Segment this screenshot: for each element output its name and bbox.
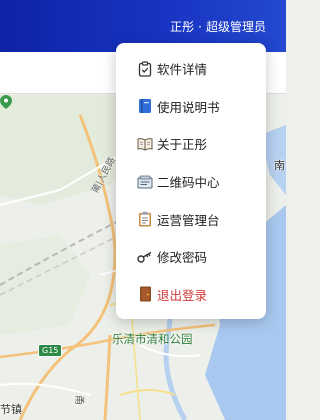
user-dropdown-menu: 软件详情 使用说明书 关于正彤 二维码中心 运营管理台 修改密码 退出登录 bbox=[116, 43, 266, 319]
user-role: 超级管理员 bbox=[205, 20, 266, 34]
location-pin-icon bbox=[0, 95, 12, 109]
park-label: 乐清市清和公园 bbox=[112, 332, 193, 346]
blue-book-icon bbox=[137, 98, 153, 114]
highway-badge: G15 bbox=[38, 344, 63, 357]
menu-item-label: 软件详情 bbox=[157, 62, 208, 78]
card-index-icon bbox=[137, 174, 153, 190]
place-label-east: 南 bbox=[274, 159, 285, 172]
separator: · bbox=[198, 20, 202, 34]
menu-item-label: 关于正彤 bbox=[157, 137, 208, 153]
menu-item-software-details[interactable]: 软件详情 bbox=[116, 50, 266, 88]
user-menu-trigger[interactable]: 正彤 · 超级管理员 bbox=[170, 18, 266, 35]
menu-item-label: 退出登录 bbox=[157, 287, 208, 303]
town-label: 节镇 bbox=[0, 403, 22, 416]
menu-item-label: 修改密码 bbox=[157, 250, 208, 266]
menu-item-ops-console[interactable]: 运营管理台 bbox=[116, 200, 266, 238]
door-icon bbox=[137, 286, 153, 302]
menu-item-label: 运营管理台 bbox=[157, 212, 220, 228]
menu-item-label: 二维码中心 bbox=[157, 175, 220, 191]
road-label-south: 甬 bbox=[73, 395, 84, 405]
menu-item-about[interactable]: 关于正彤 bbox=[116, 125, 266, 163]
clipboard-check-icon bbox=[137, 61, 153, 77]
menu-item-logout[interactable]: 退出登录 bbox=[116, 276, 266, 314]
menu-item-change-password[interactable]: 修改密码 bbox=[116, 238, 266, 276]
app-name: 正彤 bbox=[170, 20, 195, 34]
clipboard-icon bbox=[137, 211, 153, 227]
menu-item-label: 使用说明书 bbox=[157, 99, 220, 115]
menu-item-qr-center[interactable]: 二维码中心 bbox=[116, 163, 266, 201]
open-book-icon bbox=[137, 136, 153, 152]
key-icon bbox=[137, 249, 153, 265]
menu-item-user-manual[interactable]: 使用说明书 bbox=[116, 88, 266, 126]
